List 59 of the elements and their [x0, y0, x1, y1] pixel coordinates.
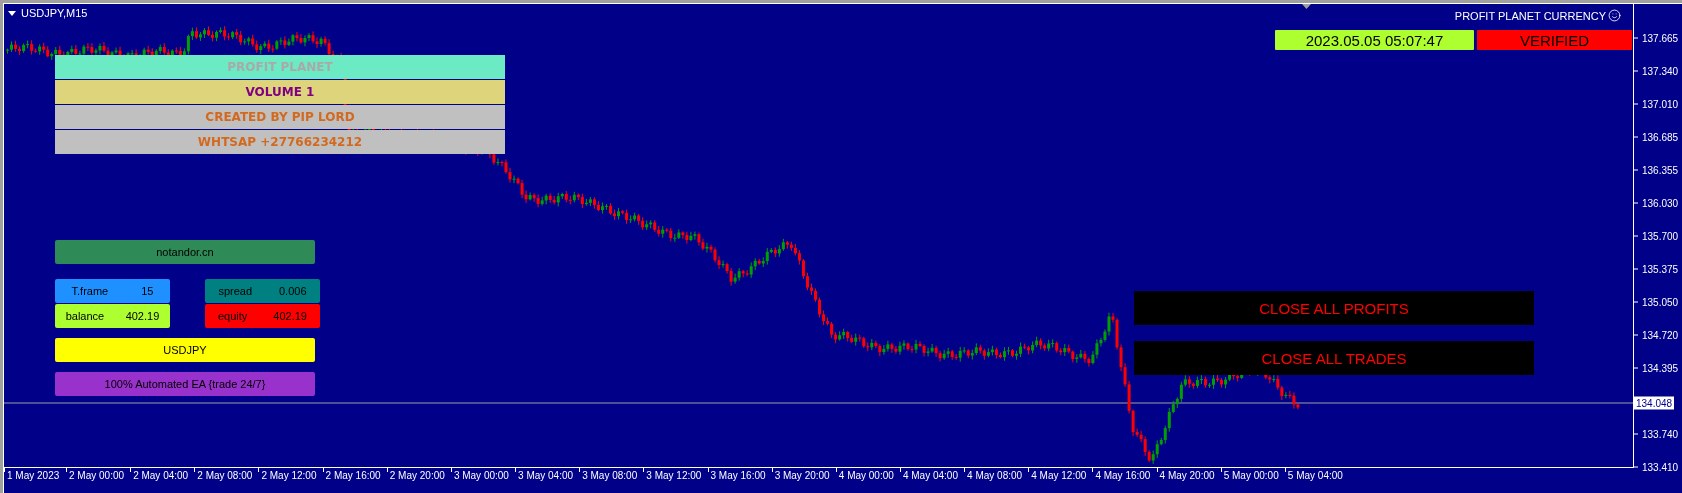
info-value: 402.19 — [125, 310, 160, 322]
time-label: 3 May 08:00 — [582, 470, 638, 481]
dropdown-triangle-icon[interactable] — [8, 10, 16, 16]
time-label: 2 May 04:00 — [133, 470, 189, 481]
time-label: 4 May 08:00 — [967, 470, 1023, 481]
time-label: 2 May 16:00 — [325, 470, 381, 481]
price-label: 137.340 — [1642, 65, 1679, 77]
close-trades-button[interactable]: CLOSE ALL TRADES — [1134, 341, 1534, 375]
banner: WHTSAP +27766234212 — [55, 130, 505, 154]
price-label: 133.740 — [1642, 428, 1679, 440]
info-value: 0.006 — [279, 285, 307, 297]
info-value: 15 — [141, 285, 154, 297]
time-label: 5 May 00:00 — [1223, 470, 1279, 481]
time-label: 4 May 16:00 — [1095, 470, 1151, 481]
time-label: 2 May 00:00 — [69, 470, 125, 481]
time-label: 5 May 04:00 — [1287, 470, 1343, 481]
price-label: 135.375 — [1642, 263, 1679, 275]
price-label: 137.010 — [1642, 98, 1679, 110]
info-text: notandor.cn — [156, 246, 214, 258]
shift-marker-icon[interactable] — [1302, 4, 1311, 9]
price-label: 136.030 — [1642, 197, 1679, 209]
time-label: 1 May 2023 — [7, 470, 60, 481]
price-label: 135.700 — [1642, 230, 1679, 242]
info-text: 100% Automated EA {trade 24/7} — [104, 378, 266, 390]
price-label: 133.410 — [1642, 461, 1679, 473]
time-label: 3 May 04:00 — [518, 470, 574, 481]
time-label: 3 May 20:00 — [774, 470, 830, 481]
banner: CREATED BY PIP LORD — [55, 105, 505, 129]
time-label: 2 May 08:00 — [197, 470, 253, 481]
time-label: 4 May 00:00 — [838, 470, 894, 481]
price-label: 136.685 — [1642, 131, 1679, 143]
time-label: 2 May 20:00 — [389, 470, 445, 481]
verified-badge: VERIFIED — [1477, 30, 1632, 50]
server-time: 2023.05.05 05:07:47 — [1275, 30, 1474, 50]
info-value: 402.19 — [273, 310, 307, 322]
close-trades-button[interactable]: CLOSE ALL PROFITS — [1134, 291, 1534, 325]
time-label: 4 May 20:00 — [1159, 470, 1215, 481]
price-label: 137.665 — [1642, 32, 1679, 44]
time-label: 2 May 12:00 — [261, 470, 317, 481]
price-label: 136.355 — [1642, 164, 1679, 176]
current-price-label: 134.048 — [1634, 396, 1675, 410]
price-label: 134.720 — [1642, 329, 1679, 341]
chart-symbol: USDJPY,M15 — [21, 7, 88, 19]
time-label: 3 May 00:00 — [453, 470, 509, 481]
smiley-icon — [1608, 9, 1621, 22]
time-label: 4 May 12:00 — [1031, 470, 1087, 481]
info-label: balance — [65, 310, 105, 322]
price-label: 134.395 — [1642, 362, 1679, 374]
banner: PROFIT PLANET — [55, 55, 505, 79]
indicator-name: PROFIT PLANET CURRENCY — [1454, 9, 1606, 22]
info-text: USDJPY — [163, 344, 207, 356]
info-label: spread — [218, 285, 253, 297]
time-label: 3 May 16:00 — [710, 470, 766, 481]
info-label: equity — [218, 310, 248, 322]
price-label: 135.050 — [1642, 296, 1679, 308]
info-label: T.frame — [71, 285, 109, 297]
time-label: 3 May 12:00 — [646, 470, 702, 481]
banner: VOLUME 1 — [55, 80, 505, 104]
time-label: 4 May 04:00 — [902, 470, 958, 481]
